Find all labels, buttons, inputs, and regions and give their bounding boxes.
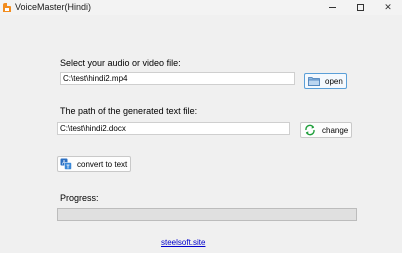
output-file-label: The path of the generated text file: [60, 106, 198, 116]
progress-bar [57, 208, 357, 221]
maximize-icon [356, 4, 364, 11]
folder-icon [308, 77, 320, 86]
convert-button-label: convert to text [77, 159, 128, 169]
website-link[interactable]: steelsoft.site [161, 238, 205, 248]
translate-icon: A [60, 158, 72, 170]
open-button[interactable]: open [304, 73, 347, 89]
progress-label: Progress: [60, 193, 99, 203]
close-icon: ✕ [384, 2, 392, 12]
minimize-button[interactable] [318, 0, 346, 15]
input-file-label: Select your audio or video file: [60, 58, 181, 68]
change-button-label: change [322, 125, 349, 135]
minimize-icon [328, 7, 336, 8]
input-file-field[interactable]: C:\test\hindi2.mp4 [60, 72, 295, 85]
maximize-button[interactable] [346, 0, 374, 15]
output-file-field[interactable]: C:\test\hindi2.docx [57, 122, 290, 135]
window-title: VoiceMaster(Hindi) [15, 2, 92, 12]
close-button[interactable]: ✕ [374, 0, 402, 15]
title-bar: VoiceMaster(Hindi) ✕ [0, 0, 402, 15]
refresh-icon [305, 124, 315, 136]
change-button[interactable]: change [300, 122, 352, 138]
convert-button[interactable]: A convert to text [57, 156, 131, 172]
open-button-label: open [325, 76, 343, 86]
app-icon [3, 3, 11, 12]
